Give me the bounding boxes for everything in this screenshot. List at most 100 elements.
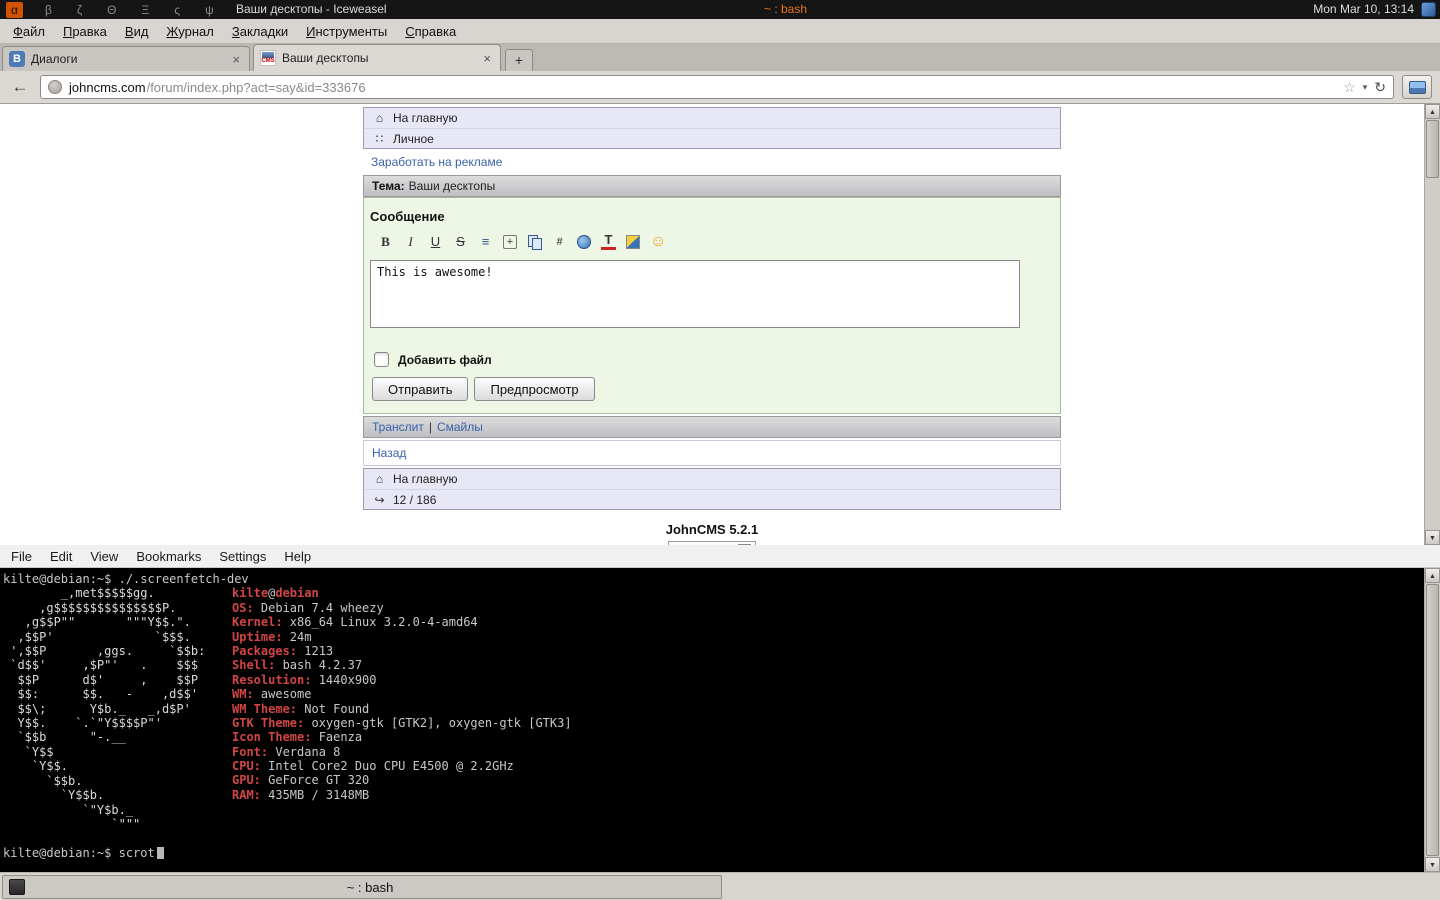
editor-smiley-icon[interactable]: ☺ <box>650 234 666 250</box>
editor-toolbar: BIUS ≡ + # T ☺ <box>370 234 1054 250</box>
tray-icon[interactable] <box>1421 2 1436 17</box>
menu-item[interactable]: Инструменты <box>297 21 396 42</box>
workspace-tag[interactable]: α <box>6 2 23 18</box>
grid-icon: ∷ <box>373 132 386 146</box>
browser-tab[interactable]: BДиалоги× <box>2 46 250 71</box>
browser-scrollbar[interactable]: ▲ ▼ <box>1424 104 1440 545</box>
clock: Mon Mar 10, 13:14 <box>1313 2 1414 16</box>
terminal-scrollbar[interactable]: ▲ ▼ <box>1424 568 1440 872</box>
workspace-tag[interactable]: ζ <box>74 3 85 17</box>
nav-home-link[interactable]: ⌂ На главную <box>364 108 1060 128</box>
nav-home-label: На главную <box>393 472 457 486</box>
editor-strikethrough-icon[interactable]: S <box>453 234 468 250</box>
tab-close-icon[interactable]: × <box>480 51 494 66</box>
pager-arrow-icon: ↪ <box>373 493 386 507</box>
terminal-screen[interactable]: kilte@debian:~$ ./.screenfetch-dev _,met… <box>0 568 1440 872</box>
attach-row: Добавить файл <box>370 352 1054 367</box>
editor-copy-icon[interactable] <box>527 234 542 250</box>
preview-button[interactable]: Предпросмотр <box>474 377 594 401</box>
tab-title: Ваши десктопы <box>282 51 480 65</box>
sf-info-line: OS: Debian 7.4 wheezy <box>232 601 572 615</box>
awesome-topbar: αβζΘΞςψ Ваши десктопы - Iceweasel ~ : ba… <box>0 0 1440 19</box>
url-bar[interactable]: johncms.com /forum/index.php?act=say&id=… <box>40 75 1394 99</box>
topic-label: Тема: <box>372 179 405 193</box>
menu-item[interactable]: Правка <box>54 21 116 42</box>
terminal-cursor <box>157 847 164 859</box>
menu-item[interactable]: Вид <box>116 21 158 42</box>
sf-info-line: RAM: 435MB / 3148MB <box>232 788 572 802</box>
workspace-tag[interactable]: Ξ <box>138 3 152 17</box>
editor-link-icon[interactable] <box>577 235 591 249</box>
menu-item[interactable]: Edit <box>41 547 81 566</box>
separator: | <box>429 420 432 434</box>
terminal-window: FileEditViewBookmarksSettingsHelp kilte@… <box>0 545 1440 872</box>
workspace-tags: α β ζ Θ Ξς ψ <box>6 0 217 19</box>
sf-info-line: WM: awesome <box>232 687 572 701</box>
editor-bold-icon[interactable]: B <box>378 234 393 250</box>
workspace-tag[interactable]: ς <box>171 3 183 17</box>
message-textarea[interactable]: This is awesome! <box>370 260 1020 328</box>
submit-button[interactable]: Отправить <box>372 377 468 401</box>
images-toolbar-button[interactable] <box>1402 75 1432 99</box>
editor-list-icon[interactable]: ≡ <box>478 234 493 250</box>
scroll-down-icon[interactable]: ▼ <box>1425 857 1440 872</box>
menu-item[interactable]: Файл <box>4 21 54 42</box>
editor-highlight-icon[interactable] <box>626 235 640 249</box>
attach-file-checkbox[interactable] <box>374 352 389 367</box>
scrollbar-thumb[interactable] <box>1426 584 1439 856</box>
terminal-menubar: FileEditViewBookmarksSettingsHelp <box>0 545 1440 568</box>
nav-personal-label: Личное <box>393 132 434 146</box>
nav-personal-link[interactable]: ∷ Личное <box>364 128 1060 148</box>
menu-item[interactable]: View <box>81 547 127 566</box>
image-icon <box>1409 81 1426 94</box>
ad-link[interactable]: Заработать на рекламе <box>371 155 502 169</box>
menu-item[interactable]: Справка <box>396 21 465 42</box>
workspace-tag[interactable]: β <box>42 3 55 17</box>
sf-info-line: Uptime: 24m <box>232 630 572 644</box>
url-dropdown-icon[interactable]: ▾ <box>1363 82 1368 93</box>
workspace-tag[interactable]: Θ <box>104 3 119 17</box>
editor-insert-icon[interactable]: + <box>503 235 517 249</box>
taskbar-task-bash[interactable]: ~ : bash <box>2 875 722 899</box>
back-link[interactable]: Назад <box>372 446 406 460</box>
menu-item[interactable]: Settings <box>210 547 275 566</box>
forum-page: ⌂ На главную ∷ Личное Заработать на рекл… <box>363 107 1061 545</box>
sf-info-line: GTK Theme: oxygen-gtk [GTK2], oxygen-gtk… <box>232 716 572 730</box>
editor-italic-icon[interactable]: I <box>403 234 418 250</box>
scroll-down-icon[interactable]: ▼ <box>1425 530 1440 545</box>
topic-title: Ваши десктопы <box>409 179 496 193</box>
topbar-window-title: Ваши десктопы - Iceweasel <box>236 2 387 16</box>
menu-item[interactable]: Bookmarks <box>127 547 210 566</box>
nav-home-link-bottom[interactable]: ⌂ На главную <box>364 469 1060 489</box>
menu-item[interactable]: Help <box>275 547 320 566</box>
new-tab-button[interactable]: + <box>505 49 533 71</box>
browser-window: ФайлПравкаВидЖурналЗакладкиИнструментыСп… <box>0 19 1440 545</box>
scroll-up-icon[interactable]: ▲ <box>1425 104 1440 119</box>
bookmark-star-icon[interactable]: ☆ <box>1343 79 1356 96</box>
smilies-link[interactable]: Смайлы <box>437 420 483 434</box>
pager-row[interactable]: ↪ 12 / 186 <box>364 489 1060 509</box>
reload-icon[interactable]: ↻ <box>1374 79 1386 96</box>
editor-code-icon[interactable]: # <box>552 234 567 250</box>
scroll-up-icon[interactable]: ▲ <box>1425 568 1440 583</box>
scrollbar-thumb[interactable] <box>1426 120 1439 178</box>
editor-text-color-icon[interactable]: T <box>601 234 616 250</box>
menu-item[interactable]: File <box>2 547 41 566</box>
menu-item[interactable]: Журнал <box>157 21 222 42</box>
home-icon: ⌂ <box>373 111 386 125</box>
back-button[interactable]: ← <box>8 77 32 97</box>
tab-favicon: B <box>9 51 25 67</box>
debian-ascii-logo: _,met$$$$$gg. ,g$$$$$$$$$$$$$$$P. ,g$$P"… <box>3 586 232 831</box>
screenfetch-output: _,met$$$$$gg. ,g$$$$$$$$$$$$$$$P. ,g$$P"… <box>3 586 1440 831</box>
sf-info-line: GPU: GeForce GT 320 <box>232 773 572 787</box>
translit-link[interactable]: Транслит <box>372 420 424 434</box>
url-path: /forum/index.php?act=say&id=333676 <box>147 80 1337 95</box>
message-form: Сообщение BIUS≡+#T☺ This is awesome! Доб… <box>363 197 1061 414</box>
editor-underline-icon[interactable]: U <box>428 234 443 250</box>
menu-item[interactable]: Закладки <box>223 21 297 42</box>
browser-tab[interactable]: CMS Ваши десктопы× <box>253 44 501 71</box>
home-icon: ⌂ <box>373 472 386 486</box>
workspace-tag[interactable]: ψ <box>202 3 217 17</box>
tab-close-icon[interactable]: × <box>229 52 243 67</box>
tab-favicon: CMS <box>260 50 276 66</box>
